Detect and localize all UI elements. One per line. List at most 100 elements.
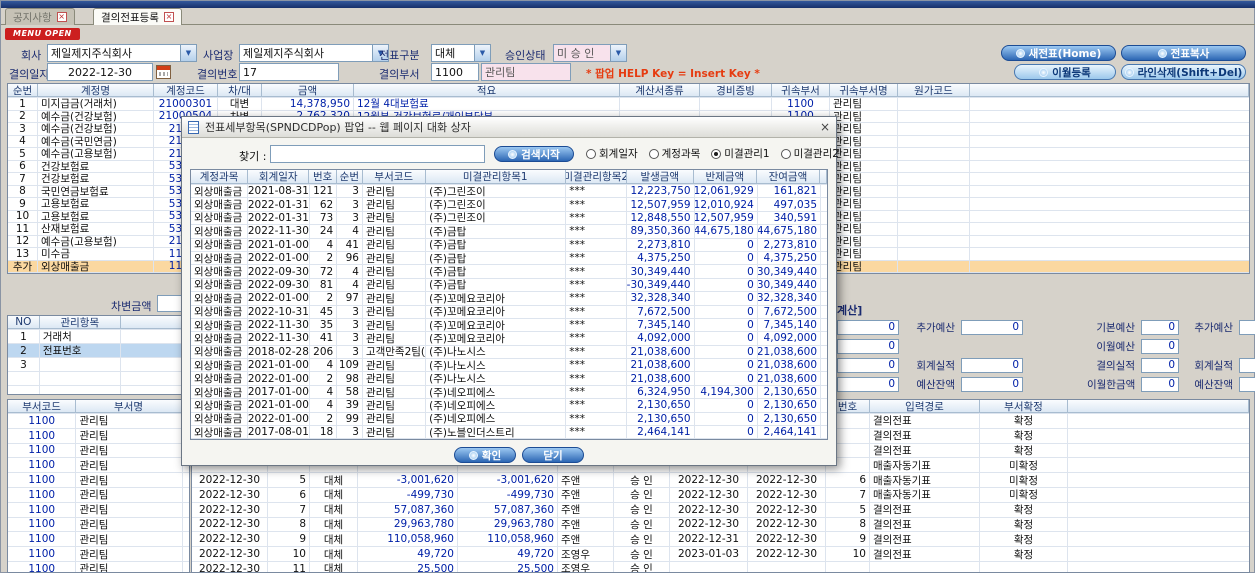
budget-field-value[interactable]: 0 [1239,357,1255,373]
chevron-down-icon[interactable]: ▼ [610,45,626,61]
radio-4-icon[interactable] [780,148,791,159]
cell: 대체 [310,502,358,517]
number-input[interactable]: 17 [239,63,339,81]
open-item-row[interactable]: 외상매출금 2022-09-30 72 4 관리팀 (주)금탑 *** 30,349,440 0… [191,265,827,279]
column-header: 부서코드 [8,400,77,413]
department-row[interactable]: 1100 관리팀 [8,414,189,429]
budget-field-value[interactable]: 0 [961,357,1023,373]
cell: 62 [310,198,338,211]
radio-1-icon[interactable] [586,148,596,159]
slip-type-select[interactable]: 대체 ▼ [431,44,491,62]
department-row[interactable]: 1100 관리팀 [8,487,189,503]
cell: 외상매출금 [191,318,249,332]
budget-field-value[interactable]: 0 [1141,319,1179,335]
open-item-row[interactable]: 외상매출금 2022-11-30 41 3 관리팀 (주)꼬메요코리아 *** 4,092,0… [191,332,827,346]
budget-field-value[interactable]: 0 [837,357,899,373]
department-row[interactable]: 1100 관리팀 [8,561,189,572]
calendar-icon[interactable] [156,65,171,79]
cell: 관리팀 [363,426,427,439]
department-row[interactable]: 1100 관리팀 [8,458,189,474]
budget-field-value[interactable]: 0 [961,376,1023,392]
approval-select[interactable]: 미 승 인 ▼ [553,44,627,62]
open-item-row[interactable]: 외상매출금 2022-10-31 45 3 관리팀 (주)꼬메요코리아 *** 7,672,5… [191,305,827,319]
tab-voucher-register[interactable]: 결의전표등록 × [93,8,182,25]
budget-field-value[interactable]: 0 [1141,376,1179,392]
open-item-row[interactable]: 외상매출금 2017-08-01 18 3 관리팀 (주)노블인더스트리 *** 2,464,… [191,426,827,439]
budget-field-value[interactable]: 0 [1239,376,1255,392]
budget-field-value[interactable]: 0 [837,319,899,335]
department-row[interactable]: 1100 관리팀 [8,502,189,518]
budget-field-value[interactable]: 0 [1239,319,1255,335]
column-header: 회계일자 [248,170,310,184]
bizplace-select[interactable]: 제일제지주식회사 ▼ [239,44,389,62]
budget-field-value[interactable]: 0 [1141,338,1179,354]
cell: 49,720 [458,547,558,561]
voucher-line-row[interactable]: 1 미지급금(거래처) 21000301 대변 14,378,950 12월 4대보험료 1… [8,98,1249,111]
department-row[interactable]: 1100 관리팀 [8,532,189,548]
open-item-row[interactable]: 외상매출금 2021-08-31 121 3 관리팀 (주)그린조이 *** 12,223,7… [191,185,827,199]
copy-voucher-button[interactable]: 전표복사 [1121,45,1246,61]
department-row[interactable]: 1100 관리팀 [8,547,189,562]
date-input[interactable]: 2022-12-30 [47,63,153,81]
dept-code-input[interactable]: 1100 [431,63,479,81]
open-item-row[interactable]: 외상매출금 2022-09-30 81 4 관리팀 (주)금탑 *** -30,349,440… [191,278,827,293]
radio-3-icon[interactable] [711,148,722,159]
open-item-row[interactable]: 외상매출금 2022-11-30 35 3 관리팀 (주)꼬메요코리아 *** 7,345,1… [191,318,827,333]
open-item-row[interactable]: 외상매출금 2021-01-00 4 41 관리팀 (주)금탑 *** 2,273,810 0 2… [191,238,827,252]
cell: (주)꼬메요코리아 [426,305,567,318]
cell: 2022-12-30 [670,502,748,517]
open-item-row[interactable]: 외상매출금 2022-01-31 62 3 관리팀 (주)그린조이 *** 12,507,95… [191,198,827,212]
open-item-row[interactable]: 외상매출금 2022-01-31 73 3 관리팀 (주)그린조이 *** 12,848,55… [191,211,827,226]
tab-close-icon[interactable]: × [163,12,174,22]
carryover-button[interactable]: 이월등록 [1014,64,1116,80]
open-item-row[interactable]: 외상매출금 2017-01-00 4 58 관리팀 (주)네오피에스 *** 6,324,95… [191,385,827,400]
voucher-row[interactable]: 2022-12-30 10 대체 49,720 49,720 조영우 승 인 2023-01-… [192,547,1249,562]
radio-2-icon[interactable] [648,148,659,159]
cell: 결의전표 [870,428,980,443]
voucher-row[interactable]: 2022-12-30 7 대체 57,087,360 57,087,360 주앤 승 인 20… [192,502,1249,518]
department-row[interactable]: 1100 관리팀 [8,443,189,459]
cell [970,198,1249,210]
voucher-row[interactable]: 2022-12-30 9 대체 110,058,960 110,058,960 주앤 승 인… [192,532,1249,548]
department-row[interactable]: 1100 관리팀 [8,517,189,533]
open-item-row[interactable]: 외상매출금 2021-01-00 4 109 관리팀 (주)나노시스 *** 21,038,6… [191,359,827,373]
delete-line-button[interactable]: 라인삭제(Shift+Del) [1121,64,1246,80]
close-button[interactable]: 닫기 [522,447,584,463]
new-voucher-button[interactable]: 새전표(Home) [1001,45,1116,61]
budget-field-value[interactable]: 0 [1141,357,1179,373]
chevron-down-icon[interactable]: ▼ [474,45,490,61]
tab-notice[interactable]: 공지사항 × [5,8,75,25]
cell [748,561,826,572]
open-item-row[interactable]: 외상매출금 2022-01-00 2 96 관리팀 (주)금탑 *** 4,375,250 0 4… [191,251,827,266]
open-item-row[interactable]: 외상매출금 2022-11-30 24 4 관리팀 (주)금탑 *** 89,350,360 4… [191,225,827,239]
voucher-row[interactable]: 2022-12-30 11 대체 25,500 25,500 조영우 승 인 [192,561,1249,572]
open-item-row[interactable]: 외상매출금 2021-01-00 4 39 관리팀 (주)네오피에스 *** 2,130,65… [191,399,827,413]
company-select[interactable]: 제일제지주식회사 ▼ [47,44,197,62]
open-item-row[interactable]: 외상매출금 2018-02-28 206 3 고객만족2팀(JJ (주)나노시스 *** 21… [191,345,827,360]
search-input[interactable] [270,145,485,163]
open-item-row[interactable]: 외상매출금 2022-01-00 2 98 관리팀 (주)나노시스 *** 21,038,60… [191,372,827,386]
department-row[interactable]: 1100 관리팀 [8,473,189,488]
voucher-row[interactable]: 2022-12-30 8 대체 29,963,780 29,963,780 주앤 승 인 20… [192,517,1249,533]
department-row[interactable]: 1100 관리팀 [8,428,189,444]
company-label: 회사 [21,49,42,62]
cell: 81 [310,278,338,292]
cell: (주)꼬메요코리아 [426,292,567,305]
open-item-row[interactable]: 외상매출금 2022-01-00 2 97 관리팀 (주)꼬메요코리아 *** 32,328,… [191,292,827,306]
voucher-row[interactable]: 2022-12-30 5 대체 -3,001,620 -3,001,620 주앤 승 인 20… [192,473,1249,488]
menu-open-button[interactable]: MENU OPEN [5,28,80,40]
budget-field-value[interactable]: 0 [961,319,1023,335]
chevron-down-icon[interactable]: ▼ [180,45,196,61]
popup-titlebar[interactable]: 전표세부항목(SPNDCDPop) 팝업 -- 웹 페이지 대화 상자 × [182,117,836,138]
close-icon[interactable]: × [820,121,830,133]
cell: 예수금(국민연금) [38,135,154,147]
budget-field-value[interactable]: 0 [837,338,899,354]
budget-field-value[interactable]: 0 [837,376,899,392]
open-item-row[interactable]: 외상매출금 2022-01-00 2 99 관리팀 (주)네오피에스 *** 2,130,65… [191,412,827,427]
cell: 41 [337,238,363,251]
ok-button[interactable]: 확인 [454,447,516,463]
voucher-row[interactable]: 2022-12-30 6 대체 -499,730 -499,730 주앤 승 인 2022-1… [192,487,1249,503]
tab-close-icon[interactable]: × [56,12,67,22]
cell [819,170,827,184]
search-start-button[interactable]: 검색시작 [494,146,574,162]
